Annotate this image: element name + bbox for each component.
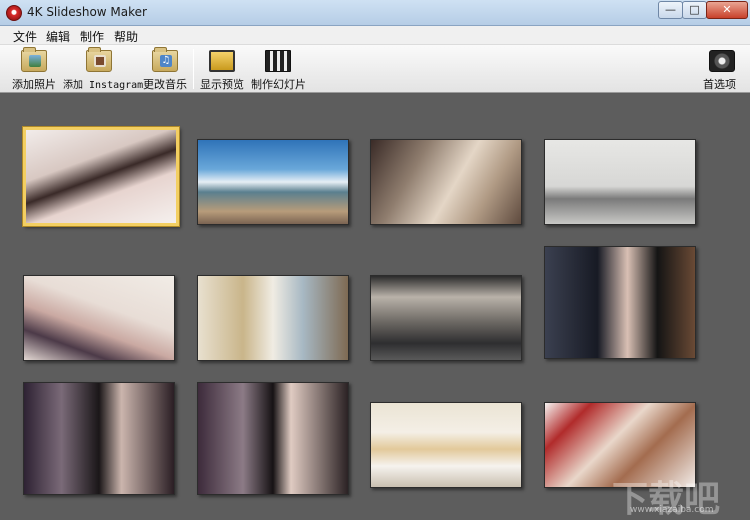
photo-thumbnail[interactable]: [23, 275, 175, 361]
photo-thumbnail[interactable]: [370, 402, 522, 488]
toolbar: 添加照片 添加 Instagram ♫ 更改音乐 显示预览 制作幻灯片 首选项: [0, 45, 750, 93]
clapperboard-icon: [265, 50, 291, 72]
add-instagram-label: 添加 Instagram: [63, 80, 144, 91]
add-instagram-button[interactable]: 添加 Instagram: [63, 47, 143, 91]
music-note-icon: ♫: [160, 55, 172, 67]
maximize-button[interactable]: □: [682, 1, 707, 19]
preferences-label: 首选项: [703, 78, 736, 91]
make-slideshow-label: 制作幻灯片: [251, 78, 306, 91]
photo-thumbnail[interactable]: [370, 275, 522, 361]
change-music-label: 更改音乐: [143, 78, 187, 91]
window-title: 4K Slideshow Maker: [27, 5, 147, 19]
photo-thumbnail[interactable]: [544, 246, 696, 359]
show-preview-button[interactable]: 显示预览: [200, 48, 244, 91]
photo-icon: [29, 55, 41, 67]
add-photos-button[interactable]: 添加照片: [12, 47, 56, 91]
photo-thumbnail[interactable]: [197, 139, 349, 225]
photo-thumbnail[interactable]: [544, 139, 696, 225]
folder-photo-icon: [21, 47, 47, 72]
menu-bar: 文件 编辑 制作 帮助: [0, 26, 750, 45]
photo-thumbnail[interactable]: [23, 127, 179, 226]
instagram-icon: [94, 55, 106, 67]
make-slideshow-button[interactable]: 制作幻灯片: [251, 48, 306, 91]
minimize-button[interactable]: —: [658, 1, 683, 19]
menu-help[interactable]: 帮助: [114, 28, 138, 45]
preferences-camera-icon: [709, 50, 735, 72]
preview-icon: [209, 50, 235, 72]
show-preview-label: 显示预览: [200, 78, 244, 91]
photo-thumbnail[interactable]: [23, 382, 175, 495]
close-button[interactable]: ✕: [706, 1, 748, 19]
photo-thumbnail[interactable]: [197, 275, 349, 361]
photo-thumbnail[interactable]: [370, 139, 522, 225]
preferences-button[interactable]: 首选项: [703, 48, 741, 91]
menu-make[interactable]: 制作: [80, 28, 104, 45]
menu-edit[interactable]: 编辑: [46, 28, 70, 45]
watermark-url: www.xiazaiba.com: [630, 505, 714, 515]
add-photos-label: 添加照片: [12, 78, 56, 91]
menu-file[interactable]: 文件: [13, 28, 37, 45]
change-music-button[interactable]: ♫ 更改音乐: [143, 47, 187, 91]
toolbar-separator: [193, 49, 194, 89]
app-icon: [6, 5, 22, 21]
title-bar: 4K Slideshow Maker — □ ✕: [0, 0, 750, 26]
photo-grid: [0, 94, 750, 520]
photo-thumbnail[interactable]: [197, 382, 349, 495]
folder-music-icon: ♫: [152, 47, 178, 72]
folder-instagram-icon: [86, 47, 112, 72]
